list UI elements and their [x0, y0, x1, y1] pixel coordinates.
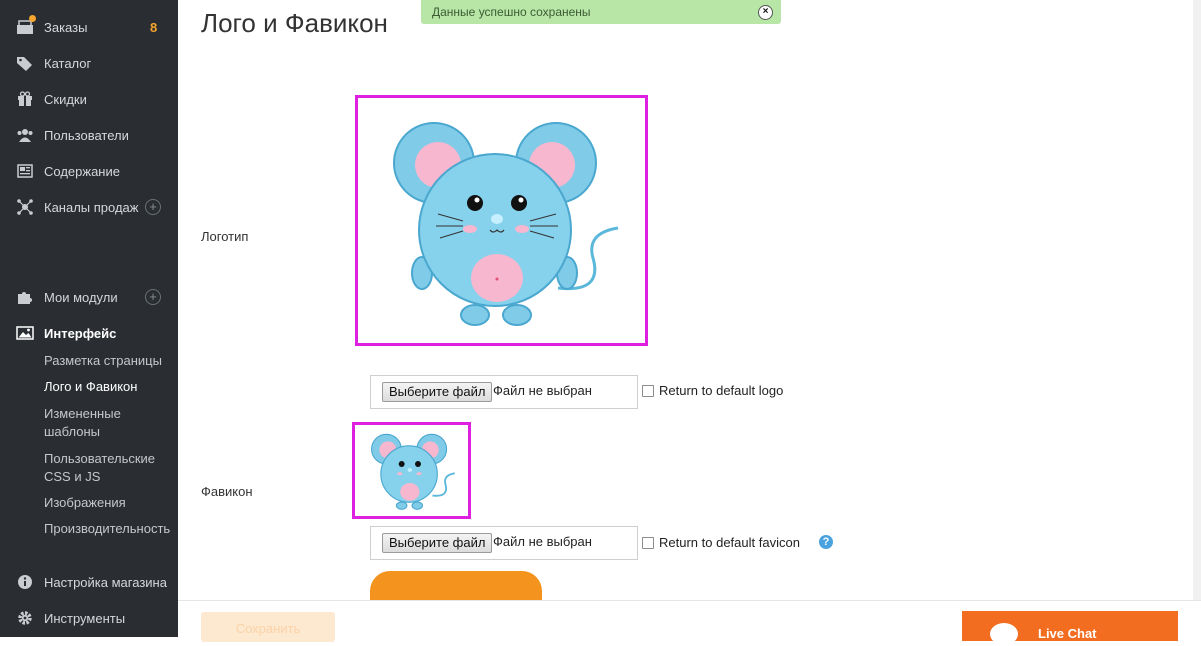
network-icon [16, 198, 34, 216]
sidebar-item-sales-channels[interactable]: Каналы продаж + [0, 193, 178, 221]
sidebar-item-users[interactable]: Пользователи [0, 121, 178, 149]
orders-count-badge: 8 [150, 19, 158, 35]
newspaper-icon [16, 162, 34, 180]
reset-favicon-label: Return to default favicon [659, 535, 800, 550]
sidebar-item-label: Инструменты [44, 610, 126, 626]
puzzle-icon [16, 288, 34, 306]
reset-favicon-option[interactable]: Return to default favicon [642, 535, 800, 550]
sidebar-subitem-performance[interactable]: Производительность [44, 520, 176, 538]
mouse-favicon-image [371, 433, 455, 510]
reset-logo-label: Return to default logo [659, 383, 784, 398]
favicon-file-input[interactable]: Выберите файл Файл не выбран [370, 526, 638, 560]
live-chat-label: Live Chat [1038, 626, 1097, 641]
add-channel-button[interactable]: + [145, 199, 161, 215]
sidebar-item-label: Содержание [44, 163, 120, 179]
inbox-icon [16, 15, 36, 36]
sidebar-subitem-modified-templates[interactable]: Измененные шаблоны [44, 405, 176, 441]
scrollbar[interactable] [1193, 0, 1201, 600]
sidebar-item-interface[interactable]: Интерфейс [0, 319, 178, 347]
logo-preview [355, 95, 648, 346]
sidebar-subitem-page-layout[interactable]: Разметка страницы [44, 352, 176, 370]
close-icon[interactable]: × [758, 5, 773, 20]
favicon-preview [352, 422, 471, 519]
favicon-choose-file-button[interactable]: Выберите файл [382, 533, 493, 553]
sidebar-subitem-custom-css-js[interactable]: Пользовательские CSS и JS [44, 450, 176, 486]
reset-logo-checkbox[interactable] [642, 384, 654, 397]
sidebar-item-label: Настройка магазина [44, 574, 167, 590]
gear-icon [16, 609, 34, 627]
logo-label: Логотип [201, 229, 249, 244]
toast-message: Данные успешно сохранены [432, 5, 591, 19]
sidebar-item-store-settings[interactable]: Настройка магазина [0, 568, 178, 596]
reset-logo-option[interactable]: Return to default logo [642, 383, 783, 398]
chat-bubble-icon [990, 623, 1018, 645]
sidebar-item-orders[interactable]: Заказы 8 [0, 13, 178, 41]
sidebar-item-label: Каталог [44, 55, 92, 71]
page-title: Лого и Фавикон [201, 8, 388, 38]
info-icon [16, 573, 34, 591]
sidebar-item-content[interactable]: Содержание [0, 157, 178, 185]
add-module-button[interactable]: + [145, 289, 161, 305]
sidebar-item-my-modules[interactable]: Мои модули + [0, 283, 178, 311]
sidebar-item-label: Заказы [44, 19, 88, 35]
success-toast: Данные успешно сохранены × [421, 0, 781, 24]
tag-icon [16, 54, 34, 72]
reset-favicon-checkbox[interactable] [642, 536, 654, 549]
notification-dot [29, 15, 36, 22]
users-icon [16, 126, 34, 144]
mouse-logo-image [393, 122, 619, 326]
sidebar-item-catalog[interactable]: Каталог [0, 49, 178, 77]
sidebar-item-discounts[interactable]: Скидки [0, 85, 178, 113]
sidebar-item-label: Пользователи [44, 127, 129, 143]
favicon-file-status: Файл не выбран [493, 534, 592, 549]
logo-choose-file-button[interactable]: Выберите файл [382, 382, 493, 402]
favicon-label: Фавикон [201, 484, 253, 499]
gift-icon [16, 90, 34, 108]
save-button[interactable]: Сохранить [201, 612, 335, 642]
logo-file-status: Файл не выбран [493, 383, 592, 398]
logo-file-input[interactable]: Выберите файл Файл не выбран [370, 375, 638, 409]
help-icon[interactable]: ? [819, 535, 833, 549]
sidebar-subitem-images[interactable]: Изображения [44, 494, 176, 512]
image-icon [16, 324, 34, 342]
sidebar-item-tools[interactable]: Инструменты [0, 604, 178, 632]
sidebar-item-label: Мои модули [44, 289, 118, 305]
sidebar-item-label: Интерфейс [44, 325, 117, 341]
sidebar-subitem-logo-favicon[interactable]: Лого и Фавикон [44, 378, 176, 396]
sidebar: Заказы 8 Каталог Скидки Пользователи Сод… [0, 0, 178, 637]
sidebar-item-label: Скидки [44, 91, 87, 107]
sidebar-item-label: Каналы продаж [44, 199, 139, 215]
